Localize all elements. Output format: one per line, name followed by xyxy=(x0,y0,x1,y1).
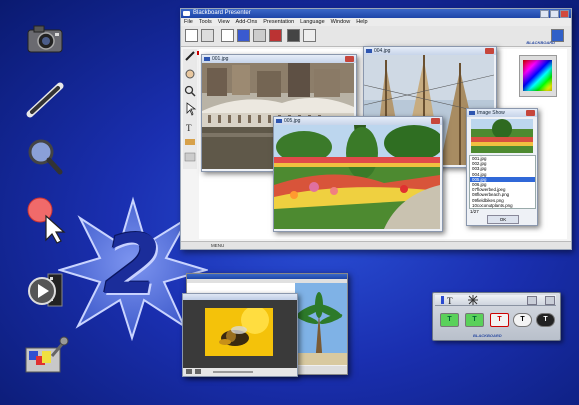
menu-file[interactable]: File xyxy=(184,18,193,26)
main-toolbar: BLACKBOARD xyxy=(181,26,571,55)
toolbar-brand: BLACKBOARD xyxy=(526,40,555,45)
image-show-titlebar[interactable]: Image Show xyxy=(467,109,537,117)
photo-window-3-titlebar[interactable]: 005.jpg xyxy=(274,117,442,125)
app-logo-icon xyxy=(183,11,190,16)
control-panel-brand: BLACKBOARD xyxy=(473,333,502,338)
control-panel[interactable]: T T T T T T BLACKBOARD xyxy=(432,292,561,341)
photo-window-2-titlebar[interactable]: 004.jpg xyxy=(364,47,496,55)
text-red-button[interactable]: T xyxy=(490,313,509,327)
pen-icon[interactable] xyxy=(22,80,68,120)
panel-close-icon[interactable] xyxy=(545,296,555,305)
close-icon[interactable] xyxy=(485,48,494,54)
control-panel-toolbar: T xyxy=(435,295,556,306)
text-circle-button[interactable]: T xyxy=(513,313,532,327)
menu-language[interactable]: Language xyxy=(300,18,324,26)
menu-view[interactable]: View xyxy=(218,18,230,26)
window-title: Blackboard Presenter xyxy=(193,10,251,16)
tool-strip: T xyxy=(183,49,197,169)
bee-window-toolbar xyxy=(183,368,297,376)
menu-bar: File Tools View Add-Ons Presentation Lan… xyxy=(181,18,571,26)
bee-photo-window[interactable] xyxy=(182,293,298,377)
text-green-filled-button[interactable]: T xyxy=(465,313,484,327)
color-picker[interactable] xyxy=(519,55,557,97)
list-item[interactable]: 10coconutplants.png xyxy=(470,203,535,208)
status-text: MENU xyxy=(211,243,225,248)
image-show-title: Image Show xyxy=(477,110,505,116)
menu-presentation[interactable]: Presentation xyxy=(263,18,294,26)
image-show-ok-button[interactable]: OK xyxy=(487,215,519,224)
open-button[interactable] xyxy=(201,29,214,42)
screen-button[interactable] xyxy=(237,29,250,42)
text-tool-icon[interactable]: T xyxy=(441,295,481,305)
close-icon[interactable] xyxy=(345,56,354,62)
minimize-icon[interactable] xyxy=(540,10,549,18)
export-button[interactable] xyxy=(303,29,316,42)
magnifier-icon[interactable] xyxy=(22,136,68,176)
step-number: 2 xyxy=(103,218,161,313)
close-icon[interactable] xyxy=(526,110,535,116)
photo-window-3-title: 005.jpg xyxy=(284,118,301,124)
menu-window[interactable]: Window xyxy=(331,18,351,26)
presenter-titlebar[interactable]: Blackboard Presenter xyxy=(181,9,571,18)
image-count: 1/27 xyxy=(470,209,479,214)
seek-slider[interactable] xyxy=(213,371,253,373)
svg-text:T: T xyxy=(447,296,453,305)
panel-minimize-icon[interactable] xyxy=(527,296,537,305)
print-button[interactable] xyxy=(287,29,300,42)
bee-window-titlebar[interactable] xyxy=(183,294,297,300)
close-icon[interactable] xyxy=(431,118,440,124)
image-show-window[interactable]: Image Show 001.jpg 002.jpg 003.jpg 004.j… xyxy=(466,108,538,226)
camera-icon[interactable] xyxy=(22,18,68,58)
close-icon[interactable] xyxy=(560,10,569,18)
bee-photo xyxy=(205,308,273,356)
photo-window-1-title: 001.jpg xyxy=(212,56,229,62)
image-list[interactable]: 001.jpg 002.jpg 003.jpg 004.jpg 005.jpg … xyxy=(469,155,536,209)
svg-text:T: T xyxy=(186,123,192,133)
text-green-button[interactable]: T xyxy=(440,313,459,327)
photo-window-3[interactable]: 005.jpg xyxy=(273,116,444,232)
prev-icon[interactable] xyxy=(186,369,192,374)
image-show-preview xyxy=(471,119,533,153)
menu-tools[interactable]: Tools xyxy=(199,18,212,26)
blank-button[interactable] xyxy=(221,29,234,42)
capture-button[interactable] xyxy=(253,29,266,42)
text-dark-circle-button[interactable]: T xyxy=(536,313,555,327)
photo-window-2-title: 004.jpg xyxy=(374,48,391,54)
menu-help[interactable]: Help xyxy=(356,18,367,26)
photo-window-1-titlebar[interactable]: 001.jpg xyxy=(202,55,356,63)
menu-addons[interactable]: Add-Ons xyxy=(236,18,258,26)
maximize-icon[interactable] xyxy=(550,10,559,18)
color-palette[interactable] xyxy=(185,42,265,55)
status-bar: MENU xyxy=(181,241,571,249)
play-icon[interactable] xyxy=(195,369,201,374)
garden-photo xyxy=(274,125,444,229)
record-button[interactable] xyxy=(269,29,282,42)
new-page-button[interactable] xyxy=(185,29,198,42)
